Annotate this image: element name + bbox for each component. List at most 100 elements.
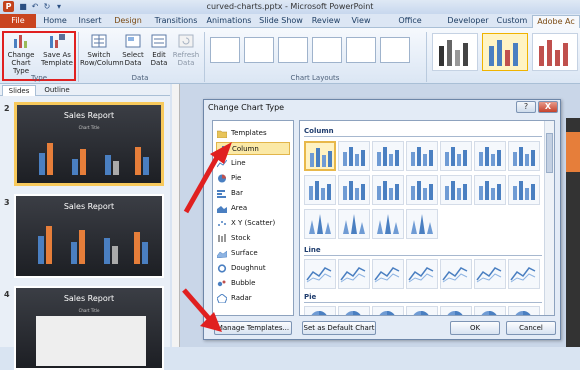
column-chart-type-option[interactable] [304, 175, 336, 205]
save-as-template-button[interactable]: Save As Template [40, 33, 74, 67]
tab-animations[interactable]: Animations [204, 15, 254, 28]
line-chart-icon [340, 267, 366, 283]
cone-chart-type-option[interactable] [372, 209, 404, 239]
category-doughnut[interactable]: Doughnut [216, 262, 290, 275]
change-chart-type-dialog: Change Chart Type ? X Templates Column L… [203, 99, 561, 340]
line-chart-type-option[interactable] [440, 259, 472, 289]
column-chart-type-option[interactable] [372, 175, 404, 205]
tab-outline[interactable]: Outline [40, 85, 74, 96]
chart-style-thumb[interactable] [532, 33, 578, 71]
line-chart-type-option[interactable] [372, 259, 404, 289]
slide-thumbnail[interactable]: Sales Report Chart Title [14, 102, 164, 186]
column-chart-type-option[interactable] [440, 175, 472, 205]
line-chart-type-option[interactable] [406, 259, 438, 289]
section-divider [304, 255, 542, 256]
chart-style-thumb[interactable] [432, 33, 478, 71]
tab-view[interactable]: View [346, 15, 376, 28]
category-bubble[interactable]: Bubble [216, 277, 290, 290]
pie-chart-type-option[interactable] [474, 306, 506, 315]
category-stock[interactable]: Stock [216, 232, 290, 245]
column-chart-type-option[interactable] [406, 175, 438, 205]
tab-slide-show[interactable]: Slide Show [256, 15, 306, 28]
chart-style-thumb-selected[interactable] [482, 33, 528, 71]
cone-chart-type-option[interactable] [304, 209, 336, 239]
column-chart-type-option[interactable] [372, 141, 404, 171]
column-chart-icon [343, 147, 365, 166]
pie-chart-type-option[interactable] [372, 306, 404, 315]
line-chart-type-option[interactable] [338, 259, 370, 289]
folder-icon [217, 130, 227, 138]
line-chart-type-option[interactable] [304, 259, 336, 289]
slide-chart-title: Chart Title [78, 308, 100, 313]
tab-insert[interactable]: Insert [73, 15, 107, 28]
pie-chart-icon [447, 311, 463, 315]
cone-chart-type-option[interactable] [338, 209, 370, 239]
tab-file[interactable]: File [0, 14, 36, 28]
column-chart-type-option[interactable] [474, 141, 506, 171]
chart-layout-thumb[interactable] [244, 37, 274, 63]
slide-number: 4 [4, 290, 10, 299]
tab-developer[interactable]: Developer [444, 15, 492, 28]
ribbon-separator [426, 32, 427, 82]
slide-thumbnail[interactable]: Sales Report Chart Title [14, 286, 164, 370]
category-radar[interactable]: Radar [216, 292, 290, 305]
column-chart-type-option[interactable] [508, 141, 540, 171]
tab-design[interactable]: Design [108, 15, 148, 28]
cone-chart-type-option[interactable] [406, 209, 438, 239]
switch-row-column-button[interactable]: Switch Row/Column [80, 33, 124, 67]
cancel-button[interactable]: Cancel [506, 321, 556, 335]
select-data-button[interactable]: Select Data [120, 33, 146, 67]
column-chart-type-option[interactable] [474, 175, 506, 205]
close-button[interactable]: X [538, 101, 558, 113]
chart-layout-thumb[interactable] [380, 37, 410, 63]
tab-review[interactable]: Review [308, 15, 344, 28]
scatter-chart-icon [218, 221, 226, 226]
pie-chart-icon [311, 311, 327, 315]
tab-office-timeline[interactable]: Office Timeline+ [378, 15, 442, 37]
column-chart-type-option[interactable] [406, 141, 438, 171]
pie-chart-type-option[interactable] [508, 306, 540, 315]
column-chart-icon [513, 181, 535, 200]
pie-chart-icon [345, 311, 361, 315]
set-default-chart-button[interactable]: Set as Default Chart [302, 321, 376, 335]
tab-adobe[interactable]: Adobe Ac [532, 15, 580, 28]
chart-layout-thumb[interactable] [278, 37, 308, 63]
slides-pane: Slides Outline 2 Sales Report Chart Titl… [0, 84, 170, 370]
tab-slides[interactable]: Slides [2, 85, 36, 96]
ribbon-separator [204, 32, 205, 82]
column-chart-type-option[interactable] [440, 141, 472, 171]
refresh-data-label: Refresh Data [172, 51, 200, 67]
edit-data-button[interactable]: Edit Data [147, 33, 171, 67]
pie-chart-icon [379, 311, 395, 315]
ribbon-tabs: File Home Insert Design Transitions Anim… [0, 14, 580, 37]
chart-layout-thumb[interactable] [346, 37, 376, 63]
category-scatter[interactable]: X Y (Scatter) [216, 217, 290, 230]
line-chart-icon [306, 267, 332, 283]
line-chart-type-option[interactable] [508, 259, 540, 289]
tab-custom[interactable]: Custom [494, 15, 530, 28]
column-chart-type-option[interactable] [304, 141, 336, 171]
column-chart-type-option[interactable] [338, 141, 370, 171]
pie-chart-type-option[interactable] [304, 306, 336, 315]
pie-chart-type-option[interactable] [440, 306, 472, 315]
ok-button[interactable]: OK [450, 321, 500, 335]
slide-chart-area [36, 316, 146, 366]
tab-home[interactable]: Home [38, 15, 72, 28]
scrollbar-thumb[interactable] [546, 133, 553, 173]
gallery-scrollbar[interactable] [544, 121, 554, 315]
help-button[interactable]: ? [516, 101, 536, 113]
refresh-data-button[interactable]: Refresh Data [172, 33, 200, 67]
column-chart-type-option[interactable] [338, 175, 370, 205]
column-chart-type-option[interactable] [508, 175, 540, 205]
change-chart-type-button[interactable]: Change Chart Type [4, 33, 38, 75]
chart-layout-thumb[interactable] [312, 37, 342, 63]
line-chart-type-option[interactable] [474, 259, 506, 289]
slide-thumbnail[interactable]: Sales Report [14, 194, 164, 278]
tab-transitions[interactable]: Transitions [150, 15, 202, 28]
chart-layout-thumb[interactable] [210, 37, 240, 63]
category-surface[interactable]: Surface [216, 247, 290, 260]
pie-chart-type-option[interactable] [338, 306, 370, 315]
slide-number: 3 [4, 198, 10, 207]
pie-chart-icon [515, 311, 531, 315]
pie-chart-type-option[interactable] [406, 306, 438, 315]
